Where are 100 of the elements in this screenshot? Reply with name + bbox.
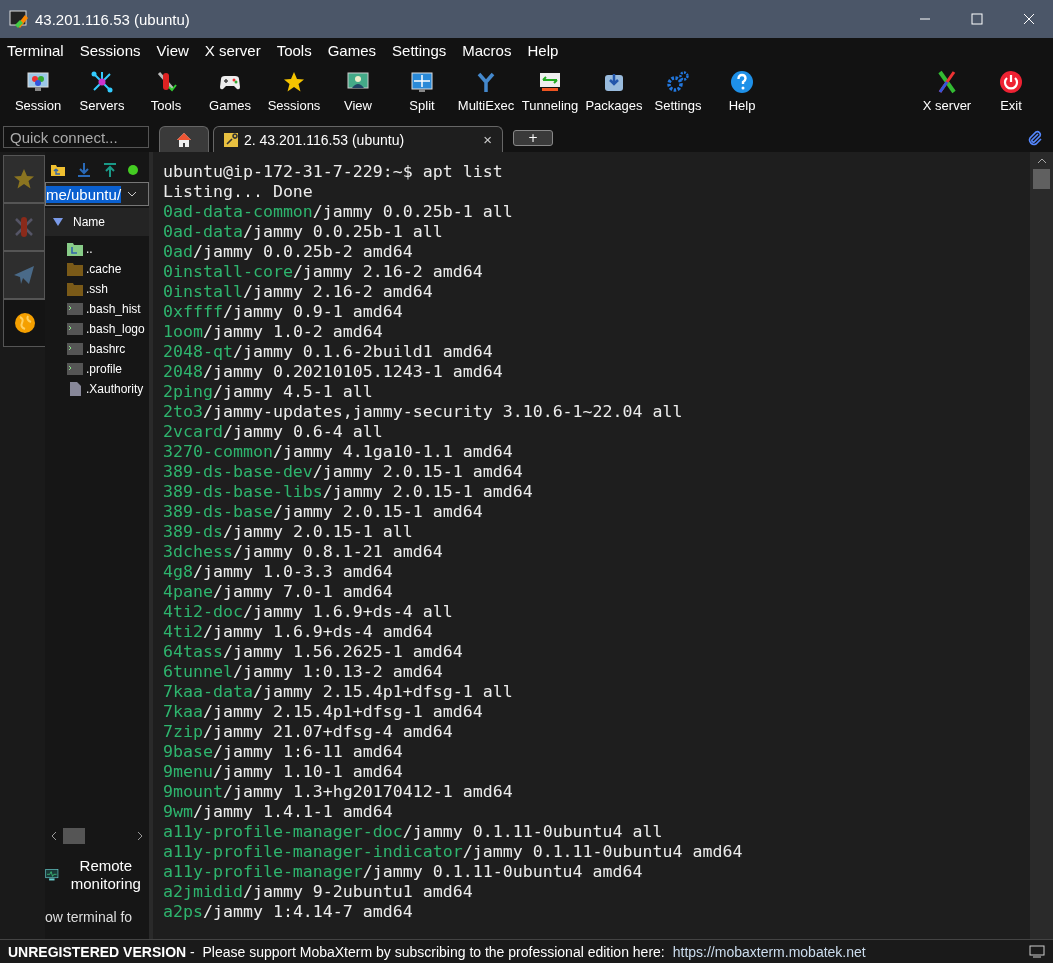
terminal-line: 3270-common/jammy 4.1ga10-1.1 amd64 [163, 442, 514, 462]
toolbar-button[interactable]: Help [710, 69, 774, 113]
globe-icon [12, 311, 37, 335]
terminal-line: 389-ds/jammy 2.0.15-1 all [163, 522, 414, 542]
toolbar-button[interactable]: Games [198, 69, 262, 113]
column-header[interactable]: Name [45, 208, 149, 236]
file-item[interactable]: .cache [45, 259, 149, 279]
terminal-line: a11y-profile-manager/jammy 0.1.11-0ubuntu4 amd64 [163, 862, 644, 882]
scroll-up-icon[interactable] [1036, 158, 1047, 164]
network-icon [90, 69, 114, 94]
file-item[interactable]: .. [45, 239, 149, 259]
new-tab-button[interactable]: + [513, 130, 553, 146]
terminal-line: 389-ds-base/jammy 2.0.15-1 amd64 [163, 502, 484, 522]
folder-icon [67, 282, 83, 296]
paperclip-icon[interactable] [1027, 130, 1043, 146]
terminal-file-icon [67, 322, 83, 336]
terminal-line: 389-ds-base-dev/jammy 2.0.15-1 amd64 [163, 462, 524, 482]
toolbar-button[interactable]: Session [6, 69, 70, 113]
toolbar-button[interactable]: Servers [70, 69, 134, 113]
file-item[interactable]: .profile [45, 359, 149, 379]
file-icon [67, 382, 83, 396]
menu-item[interactable]: X server [204, 41, 261, 59]
terminal-line: 6tunnel/jammy 1:0.13-2 amd64 [163, 662, 444, 682]
menu-item[interactable]: Tools [276, 41, 312, 59]
tab-close-button[interactable]: × [483, 131, 492, 148]
file-item[interactable]: .bashrc [45, 339, 149, 359]
file-item[interactable]: .Xauthority [45, 379, 149, 399]
sidebar-tab[interactable] [3, 299, 45, 347]
file-item[interactable]: .bash_hist [45, 299, 149, 319]
menu-item[interactable]: Terminal [7, 41, 64, 59]
terminal-line: a2ps/jammy 1:4.14-7 amd64 [163, 902, 414, 922]
terminal-line: 4ti2-doc/jammy 1.6.9+ds-4 all [163, 602, 454, 622]
monitor-icon [26, 69, 50, 94]
terminal-line: a11y-profile-manager-doc/jammy 0.1.11-0ubuntu4 all [163, 822, 664, 842]
vertical-scrollbar[interactable] [1030, 152, 1053, 939]
folder-up-icon [67, 242, 83, 256]
toolbar-button[interactable]: View [326, 69, 390, 113]
menu-item[interactable]: Help [527, 41, 559, 59]
terminal-line: 7kaa-data/jammy 2.15.4p1+dfsg-1 all [163, 682, 514, 702]
menu-item[interactable]: Games [327, 41, 377, 59]
menu-item[interactable]: View [156, 41, 189, 59]
terminal-line: 0xffff/jammy 0.9-1 amd64 [163, 302, 404, 322]
tab-title: 2. 43.201.116.53 (ubuntu) [244, 131, 406, 148]
terminal-line: 7kaa/jammy 2.15.4p1+dfsg-1 amd64 [163, 702, 484, 722]
terminal-line: 0ad/jammy 0.0.25b-2 amd64 [163, 242, 414, 262]
scrollbar-thumb[interactable] [1033, 169, 1050, 189]
home-tab[interactable] [159, 126, 209, 152]
upload-icon[interactable] [102, 162, 118, 178]
file-item[interactable]: .ssh [45, 279, 149, 299]
toolbar-button[interactable]: Packages [582, 69, 646, 113]
scrollbar-thumb[interactable] [63, 828, 85, 844]
terminal-file-icon [67, 302, 83, 316]
quick-connect-field[interactable]: Quick connect... [3, 126, 149, 148]
toolbar-button[interactable]: Tunneling [518, 69, 582, 113]
toolbar-button[interactable]: Exit [979, 69, 1043, 113]
close-icon[interactable] [1023, 13, 1035, 25]
menu-item[interactable]: Sessions [79, 41, 141, 59]
help-icon [730, 69, 754, 94]
toolbar-button[interactable]: Tools [134, 69, 198, 113]
terminal-line: a11y-profile-manager-indicator/jammy 0.1.11-0ubuntu4 amd64 [163, 842, 744, 862]
scroll-left-icon[interactable] [51, 831, 57, 841]
scroll-right-icon[interactable] [137, 831, 143, 841]
terminal-line: 3dchess/jammy 0.8.1-21 amd64 [163, 542, 444, 562]
status-notice: UNREGISTERED VERSION [8, 943, 187, 960]
terminal-line: 0ad-data/jammy 0.0.25b-1 all [163, 222, 444, 242]
toolbar-button[interactable]: Split [390, 69, 454, 113]
terminal-line: 4pane/jammy 7.0-1 amd64 [163, 582, 394, 602]
toolbar-button[interactable]: X server [915, 69, 979, 113]
sort-triangle-icon [53, 218, 63, 226]
follow-terminal-checkbox-label[interactable]: ow terminal fo [45, 895, 149, 939]
terminal-line: 9menu/jammy 1.10-1 amd64 [163, 762, 404, 782]
session-tab[interactable]: 2. 43.201.116.53 (ubuntu) × [213, 126, 503, 152]
website-link[interactable]: https://mobaxterm.mobatek.net [672, 943, 866, 960]
power-icon [999, 69, 1023, 94]
terminal-line: 4ti2/jammy 1.6.9+ds-4 amd64 [163, 622, 434, 642]
terminal-line: 64tass/jammy 1.56.2625-1 amd64 [163, 642, 464, 662]
terminal-line: 0install/jammy 2.16-2 amd64 [163, 282, 434, 302]
terminal-line: 0install-core/jammy 2.16-2 amd64 [163, 262, 484, 282]
maximize-icon[interactable] [971, 13, 983, 25]
terminal-line: 0ad-data-common/jammy 0.0.25b-1 all [163, 202, 514, 222]
path-field[interactable]: me/ubuntu/ [45, 182, 149, 206]
remote-monitoring-button[interactable]: Remote monitoring [45, 855, 149, 895]
terminal-line: 1oom/jammy 1.0-2 amd64 [163, 322, 384, 342]
terminal-line: 9wm/jammy 1.4.1-1 amd64 [163, 802, 394, 822]
terminal-line: 2to3/jammy-updates,jammy-security 3.10.6-1~22.04 all [163, 402, 684, 422]
star-icon [12, 167, 36, 191]
menu-item[interactable]: Macros [462, 41, 512, 59]
folder-up-icon[interactable] [50, 162, 66, 178]
folder-icon [67, 262, 83, 276]
file-item[interactable]: .bash_logo [45, 319, 149, 339]
terminal-line: 2048-qt/jammy 0.1.6-2build1 amd64 [163, 342, 494, 362]
terminal-line: 4g8/jammy 1.0-3.3 amd64 [163, 562, 394, 582]
terminal-line: 7zip/jammy 21.07+dfsg-4 amd64 [163, 722, 454, 742]
download-icon[interactable] [76, 162, 92, 178]
terminal-line: 2048/jammy 0.20210105.1243-1 amd64 [163, 362, 504, 382]
toolbar-button[interactable]: MultiExec [454, 69, 518, 113]
terminal-line: 9base/jammy 1:6-11 amd64 [163, 742, 404, 762]
menu-item[interactable]: Settings [392, 41, 447, 59]
toolbar-button[interactable]: Settings [646, 69, 710, 113]
toolbar-button[interactable]: Sessions [262, 69, 326, 113]
